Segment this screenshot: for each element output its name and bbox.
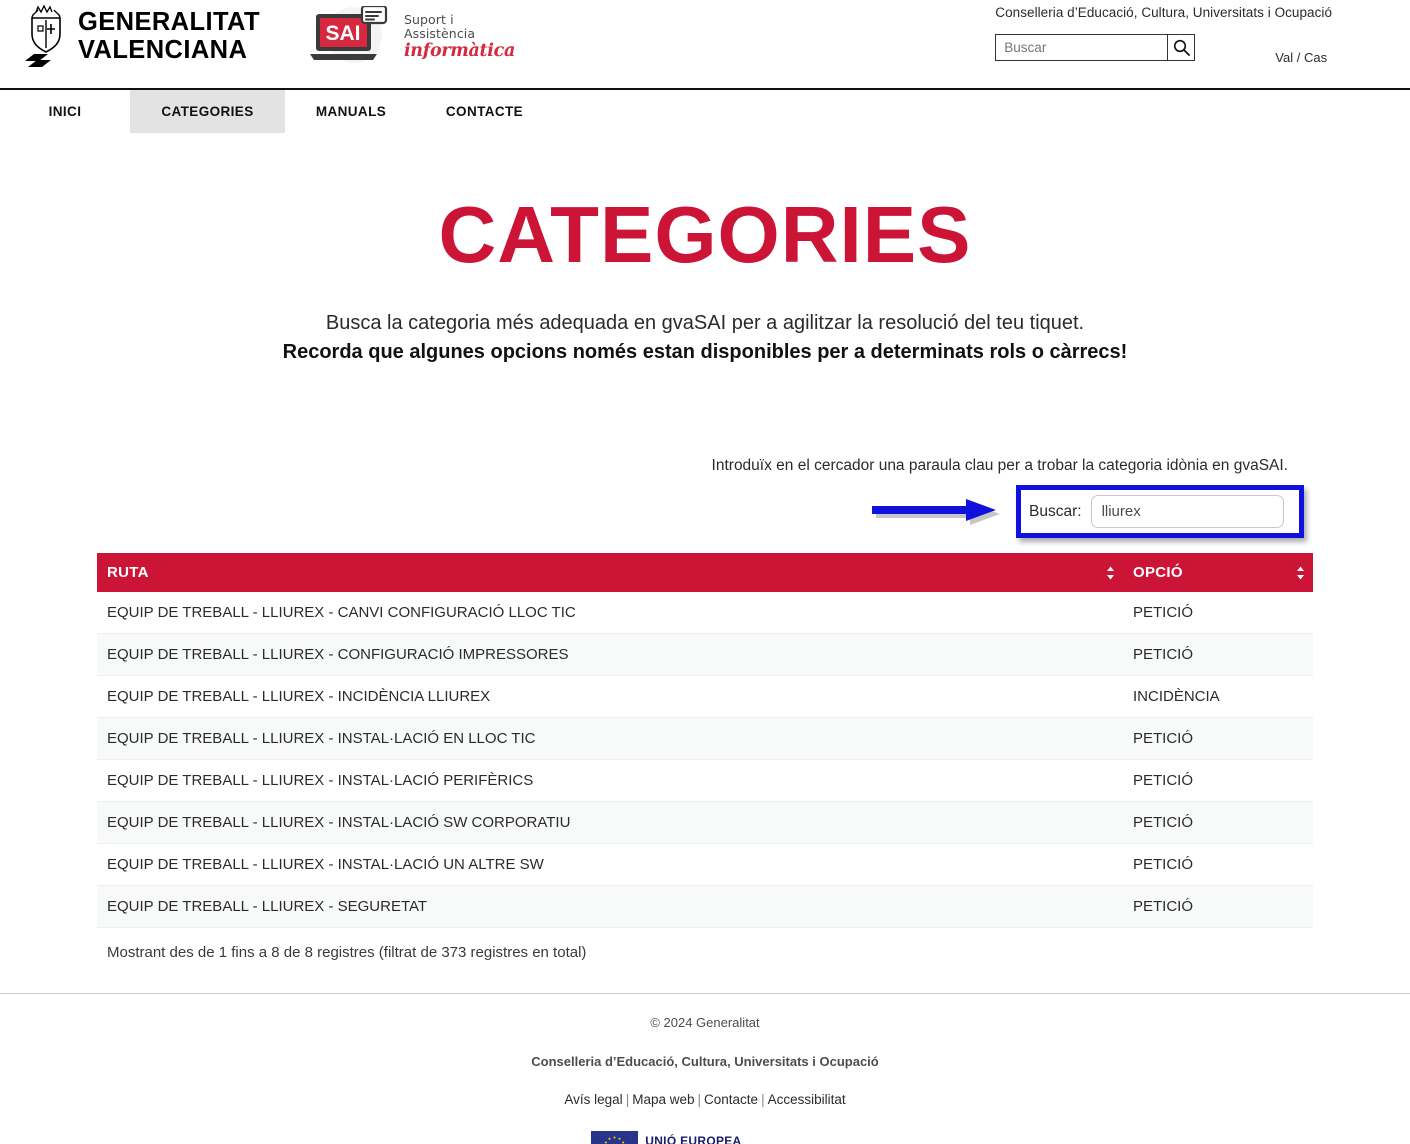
footer-link-contacte[interactable]: Contacte	[704, 1092, 758, 1107]
search-input[interactable]	[995, 34, 1168, 61]
table-row[interactable]: EQUIP DE TREBALL - LLIUREX - INSTAL·LACI…	[97, 759, 1313, 802]
footer-links: Avís legal | Mapa web | Contacte | Accessibili…	[0, 1092, 1410, 1107]
page-subtitle-primary: Busca la categoria més adequada en gvaSA…	[325, 312, 1085, 334]
sai-tagline-line3: informàtica	[403, 40, 516, 61]
nav-item-contacte[interactable]: CONTACTE	[417, 90, 552, 133]
footer-copyright: © 2024 Generalitat	[650, 1015, 760, 1030]
categories-table-wrapper: RUTA OPCIÓ EQUIP DE TREBALL - LLIUREX - …	[97, 553, 1313, 961]
column-header-ruta-label: RUTA	[107, 564, 149, 581]
sai-tagline-line1: Suport i	[403, 11, 454, 27]
column-header-opcio[interactable]: OPCIÓ	[1123, 553, 1313, 592]
cell-ruta: EQUIP DE TREBALL - LLIUREX - SEGURETAT	[97, 885, 1123, 928]
table-row[interactable]: EQUIP DE TREBALL - LLIUREX - CONFIGURACI…	[97, 633, 1313, 676]
gva-wordmark: GENERALITAT VALENCIANA	[78, 9, 260, 64]
header-search	[995, 34, 1196, 61]
search-button[interactable]	[1167, 34, 1196, 61]
generalitat-valenciana-logo[interactable]: GENERALITAT VALENCIANA	[24, 4, 260, 70]
table-head: RUTA OPCIÓ	[97, 553, 1313, 592]
cell-opcio: PETICIÓ	[1123, 592, 1313, 634]
search-icon	[1173, 39, 1190, 56]
sai-tagline: Suport i Assistència informàtica	[403, 11, 516, 62]
eu-flag-icon	[591, 1131, 639, 1144]
arrow-right-annotation-icon	[872, 499, 1000, 525]
table-row[interactable]: EQUIP DE TREBALL - LLIUREX - SEGURETAT PE…	[97, 885, 1313, 928]
cell-ruta: EQUIP DE TREBALL - LLIUREX - INSTAL·LACI…	[97, 717, 1123, 760]
filter-search-input[interactable]	[1090, 495, 1284, 528]
filter-helper-text: Introduïx en el cercador una paraula cla…	[711, 457, 1288, 474]
table-row[interactable]: EQUIP DE TREBALL - LLIUREX - INSTAL·LACI…	[97, 717, 1313, 760]
cell-opcio: PETICIÓ	[1123, 759, 1313, 802]
sort-toggle-icon	[1297, 566, 1304, 579]
site-header: GENERALITAT VALENCIANA SAI Suport i Assi…	[0, 0, 1410, 88]
filter-highlight-box: Buscar:	[1016, 485, 1304, 538]
nav-item-manuals[interactable]: MANUALS	[285, 90, 417, 133]
cell-ruta: EQUIP DE TREBALL - LLIUREX - INSTAL·LACI…	[97, 801, 1123, 844]
footer-link-av-s-legal[interactable]: Avís legal	[564, 1092, 622, 1107]
table-row[interactable]: EQUIP DE TREBALL - LLIUREX - INSTAL·LACI…	[97, 843, 1313, 886]
cell-ruta: EQUIP DE TREBALL - LLIUREX - INSTAL·LACI…	[97, 759, 1123, 802]
cell-ruta: EQUIP DE TREBALL - LLIUREX - CONFIGURACI…	[97, 633, 1123, 676]
categories-table: RUTA OPCIÓ EQUIP DE TREBALL - LLIUREX - …	[97, 553, 1313, 928]
eu-funding-logo: UNIÓ EUROPEA Fons Europeu de Desenvolupa…	[591, 1131, 818, 1144]
cell-opcio: PETICIÓ	[1123, 885, 1313, 928]
cell-opcio: INCIDÈNCIA	[1123, 675, 1313, 718]
table-row[interactable]: EQUIP DE TREBALL - LLIUREX - CANVI CONFI…	[97, 592, 1313, 634]
sai-logo[interactable]: SAI Suport i Assistència informàtica	[306, 6, 515, 68]
gva-coat-of-arms-icon	[25, 4, 61, 67]
main-navigation: INICI CATEGORIES MANUALS CONTACTE	[0, 88, 1410, 133]
main-content: CATEGORIES Busca la categoria més adequa…	[0, 195, 1410, 1144]
filter-zone: Buscar:	[0, 483, 1410, 545]
cell-opcio: PETICIÓ	[1123, 801, 1313, 844]
header-right: Conselleria d’Educació, Cultura, Univers…	[995, 5, 1332, 65]
sai-laptop-icon: SAI	[309, 6, 388, 63]
brand-block: GENERALITAT VALENCIANA SAI Suport i Assi…	[24, 4, 515, 70]
conselleria-heading: Conselleria d’Educació, Cultura, Univers…	[995, 5, 1332, 20]
svg-text:SAI: SAI	[325, 22, 360, 45]
cell-ruta: EQUIP DE TREBALL - LLIUREX - INCIDÈNCIA …	[97, 675, 1123, 718]
table-body: EQUIP DE TREBALL - LLIUREX - CANVI CONFI…	[97, 592, 1313, 928]
footer-link-separator: |	[697, 1092, 702, 1107]
table-row[interactable]: EQUIP DE TREBALL - LLIUREX - INCIDÈNCIA …	[97, 675, 1313, 718]
nav-item-categories[interactable]: CATEGORIES	[130, 90, 285, 133]
cell-ruta: EQUIP DE TREBALL - LLIUREX - CANVI CONFI…	[97, 592, 1123, 634]
sort-toggle-icon	[1107, 566, 1114, 579]
nav-item-inici[interactable]: INICI	[0, 90, 130, 133]
table-info-text: Mostrant des de 1 fins a 8 de 8 registre…	[107, 944, 587, 961]
cell-opcio: PETICIÓ	[1123, 717, 1313, 760]
table-row[interactable]: EQUIP DE TREBALL - LLIUREX - INSTAL·LACI…	[97, 801, 1313, 844]
column-header-opcio-label: OPCIÓ	[1133, 564, 1183, 581]
footer-link-separator: |	[625, 1092, 630, 1107]
cell-ruta: EQUIP DE TREBALL - LLIUREX - INSTAL·LACI…	[97, 843, 1123, 886]
page-subtitle-secondary: Recorda que algunes opcions només estan …	[282, 341, 1128, 363]
language-toggle[interactable]: Val / Cas	[1275, 50, 1327, 65]
eu-logo-text: UNIÓ EUROPEA Fons Europeu de Desenvolupa…	[645, 1135, 818, 1144]
footer-link-mapa-web[interactable]: Mapa web	[632, 1092, 694, 1107]
eu-logo-title: UNIÓ EUROPEA	[645, 1134, 742, 1144]
cell-opcio: PETICIÓ	[1123, 843, 1313, 886]
footer-link-separator: |	[761, 1092, 765, 1107]
page-title: CATEGORIES	[438, 190, 972, 279]
cell-opcio: PETICIÓ	[1123, 633, 1313, 676]
filter-label: Buscar:	[1029, 502, 1082, 520]
gva-wordmark-line1: GENERALITAT	[78, 8, 260, 37]
column-header-ruta[interactable]: RUTA	[97, 553, 1123, 592]
sai-tagline-line2: Assistència	[403, 25, 476, 41]
footer-conselleria: Conselleria d’Educació, Cultura, Univers…	[531, 1054, 879, 1069]
table-header-row: RUTA OPCIÓ	[97, 553, 1313, 592]
footer-link-accessibilitat[interactable]: Accessibilitat	[768, 1092, 846, 1107]
site-footer: © 2024 Generalitat Conselleria d’Educaci…	[0, 993, 1410, 1144]
gva-wordmark-line2: VALENCIANA	[78, 36, 248, 64]
